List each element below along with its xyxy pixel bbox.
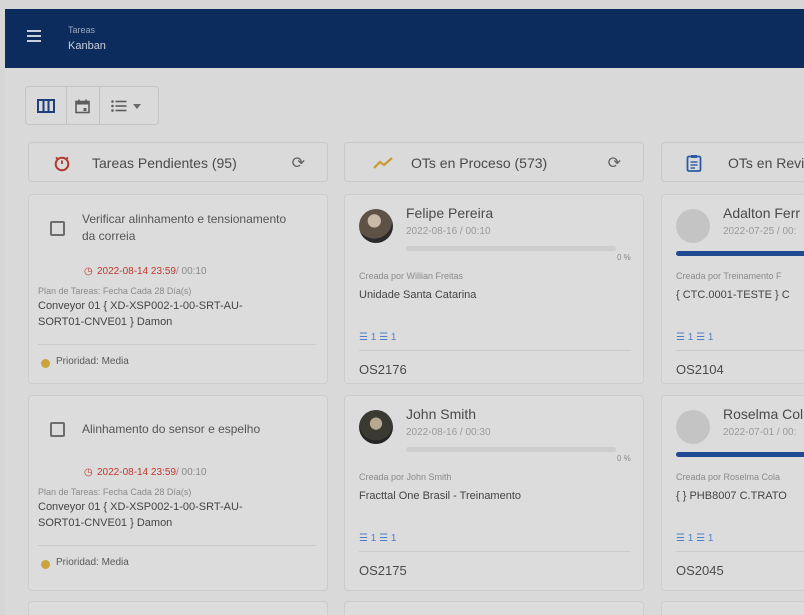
task-card[interactable]: Verificar alinhamento e tensionamento da… [28,194,328,384]
overdue-clock-icon: ◷ [84,266,93,277]
task-checkbox[interactable] [50,221,65,236]
calendar-view-icon[interactable] [73,97,91,115]
wo-number: OS2045 [676,563,724,578]
wo-location: Unidade Santa Catarina [359,289,477,301]
task-asset-cont: SORT01-CNVE01 } Damon [38,316,173,328]
created-by: Creada por Treinamento F [676,271,782,281]
clipboard-icon [686,154,704,172]
created-by: Creada por Willian Freitas [359,271,464,281]
trending-up-icon [373,154,393,172]
progress-bar [676,251,804,256]
layers-icon: ☰ [676,332,685,343]
priority-label: Prioridad: Media [56,557,129,568]
wo-location: { } PHB8007 C.TRATO [676,490,787,502]
hamburger-menu-icon[interactable] [27,30,41,44]
avatar [359,209,393,243]
task-counts-value: 1 ☰ 1 [687,533,714,544]
column-ots-en-revision: OTs en Revi Adalton Ferr 2022-07-25 / 00… [661,142,804,615]
progress-bar [676,452,804,457]
task-due: 2022-08-14 23:59/ 00:10 [97,266,207,277]
task-plan: Plan de Tareas: Fecha Cada 28 Día(s) [38,487,192,497]
work-order-card[interactable]: John Smith 2022-08-16 / 00:30 0 % Creada… [344,395,644,591]
task-title-cont: da correia [82,229,136,243]
dropdown-caret-icon[interactable] [132,97,142,115]
task-asset: Conveyor 01 { XD-XSP002-1-00-SRT-AU- [38,300,243,312]
task-counts: ☰ 1 ☰ 1 [676,533,713,544]
task-card[interactable] [28,601,328,615]
assignee-name: Roselma Col [723,406,804,422]
column-ots-en-proceso: OTs en Proceso (573) ⟳ Felipe Pereira 20… [344,142,644,615]
layers-icon: ☰ [359,332,368,343]
progress-bar [406,447,616,452]
task-counts-value: 1 ☰ 1 [370,332,397,343]
refresh-icon[interactable]: ⟳ [292,153,305,173]
kanban-view-icon[interactable] [36,97,56,115]
task-counts-value: 1 ☰ 1 [370,533,397,544]
column-title: Tareas Pendientes (95) [92,155,237,171]
wo-number: OS2176 [359,362,407,377]
wo-date: 2022-07-25 / 00: [723,226,797,237]
avatar [676,410,710,444]
column-tareas-pendientes: Tareas Pendientes (95) ⟳ Verificar alinh… [28,142,328,615]
task-due-date: 2022-08-14 23:59 [97,266,176,277]
overdue-clock-icon: ◷ [84,467,93,478]
work-order-card[interactable]: Roselma Col 2022-07-01 / 00: Creada por … [661,395,804,591]
work-order-card[interactable] [661,601,804,615]
timer-icon [53,154,71,172]
app-section-title: Tareas [68,25,96,35]
wo-date: 2022-08-16 / 00:30 [406,427,491,438]
app-view-title: Kanban [68,40,106,52]
wo-number: OS2175 [359,563,407,578]
view-toolbar [25,86,159,125]
layers-icon: ☰ [676,533,685,544]
task-due-duration: / 00:10 [175,266,207,277]
avatar [359,410,393,444]
task-title: Alinhamento do sensor e espelho [82,422,261,436]
created-by: Creada por John Smith [359,472,452,482]
task-due-duration: / 00:10 [175,467,207,478]
column-title: OTs en Revi [728,155,804,171]
assignee-name: John Smith [406,406,477,422]
refresh-icon[interactable]: ⟳ [608,153,621,173]
assignee-name: Adalton Ferr [723,205,801,221]
column-header: OTs en Revi [661,142,804,182]
priority-dot [41,359,50,368]
task-counts: ☰ 1 ☰ 1 [359,332,396,343]
column-header: Tareas Pendientes (95) ⟳ [28,142,328,182]
priority-label: Prioridad: Media [56,356,129,367]
avatar [676,209,710,243]
priority-dot [41,560,50,569]
work-order-card[interactable]: Felipe Pereira 2022-08-16 / 00:10 0 % Cr… [344,194,644,384]
task-plan: Plan de Tareas: Fecha Cada 28 Día(s) [38,286,192,296]
task-title: Verificar alinhamento e tensionamento [82,212,287,226]
task-counts-value: 1 ☰ 1 [687,332,714,343]
work-order-card[interactable]: Adalton Ferr 2022-07-25 / 00: Creada por… [661,194,804,384]
column-title: OTs en Proceso (573) [411,155,548,171]
wo-location: { CTC.0001-TESTE } C [676,289,790,301]
wo-date: 2022-08-16 / 00:10 [406,226,491,237]
progress-label: 0 % [617,454,631,463]
wo-location: Fracttal One Brasil - Treinamento [359,490,522,502]
created-by: Creada por Roselma Cola [676,472,781,482]
app-frame: Tareas Kanban Tareas Pendientes (95) ⟳ V… [5,9,804,615]
work-order-card[interactable] [344,601,644,615]
task-asset-cont: SORT01-CNVE01 } Damon [38,517,173,529]
task-checkbox[interactable] [50,422,65,437]
task-counts: ☰ 1 ☰ 1 [359,533,396,544]
task-card[interactable]: Alinhamento do sensor e espelho ◷ 2022-0… [28,395,328,591]
wo-date: 2022-07-01 / 00: [723,427,797,438]
layers-icon: ☰ [359,533,368,544]
task-counts: ☰ 1 ☰ 1 [676,332,713,343]
column-header: OTs en Proceso (573) ⟳ [344,142,644,182]
assignee-name: Felipe Pereira [406,205,494,221]
wo-number: OS2104 [676,362,724,377]
task-due-date: 2022-08-14 23:59 [97,467,176,478]
task-due: 2022-08-14 23:59/ 00:10 [97,467,207,478]
app-bar: Tareas Kanban [5,9,804,68]
progress-label: 0 % [617,253,631,262]
list-view-icon[interactable] [110,97,128,115]
task-asset: Conveyor 01 { XD-XSP002-1-00-SRT-AU- [38,501,243,513]
progress-bar [406,246,616,251]
